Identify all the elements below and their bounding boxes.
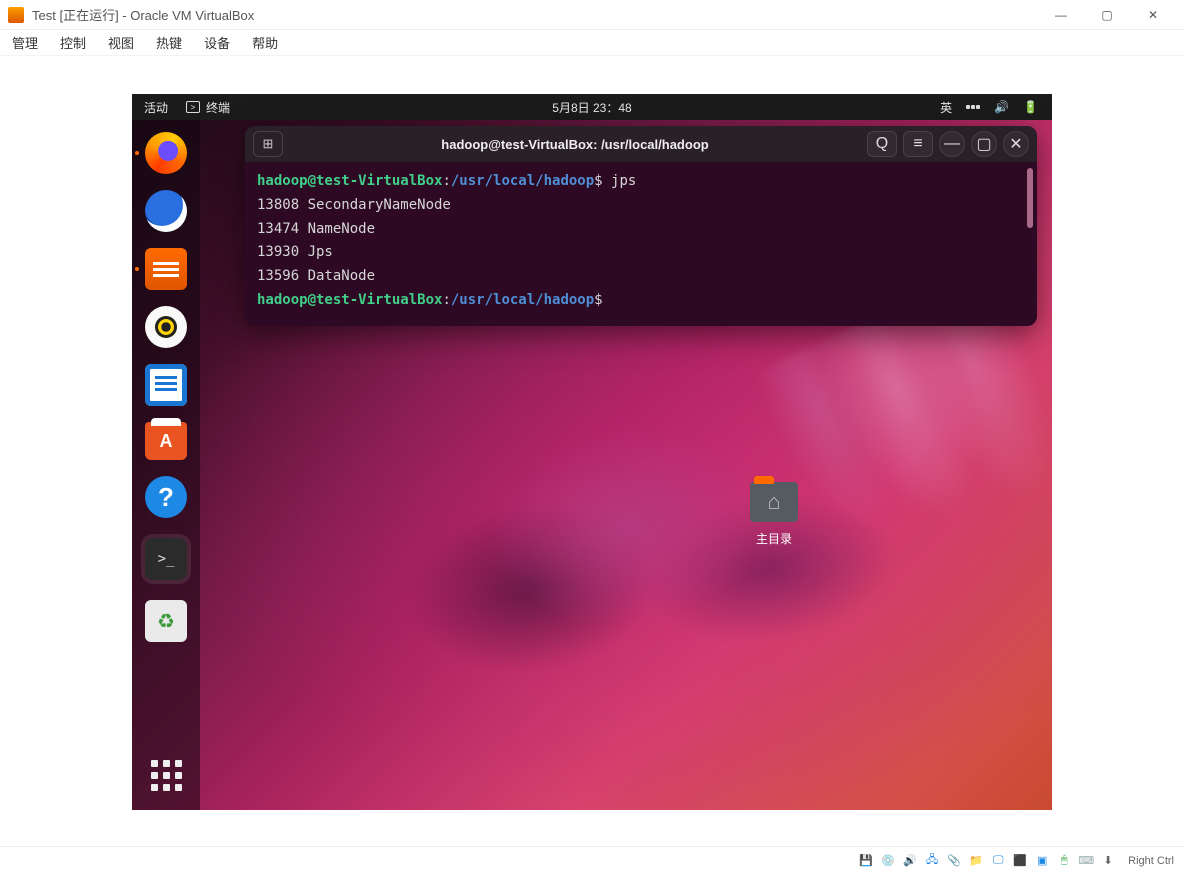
- window-title: Test [正在运行] - Oracle VM VirtualBox: [32, 5, 1038, 24]
- audio-icon[interactable]: 🔊: [902, 853, 918, 869]
- prompt-path: /usr/local/hadoop: [451, 173, 594, 189]
- terminal-output-line: 13808 SecondaryNameNode: [257, 194, 1025, 218]
- terminal-command: jps: [603, 173, 637, 189]
- search-icon: Q: [876, 135, 888, 153]
- desktop-home-folder[interactable]: 主目录: [750, 482, 798, 547]
- terminal-indicator-icon: >: [186, 101, 200, 113]
- terminal-icon: >_: [145, 538, 187, 580]
- power-icon[interactable]: 🔋: [1023, 100, 1038, 114]
- maximize-button[interactable]: ▢: [1084, 0, 1130, 30]
- host-key-label[interactable]: Right Ctrl: [1128, 855, 1174, 867]
- vbox-statusbar: 💾 💿 🔊 🖧 📎 📁 🖵 ⬛ ▣ 🖱 ⌨ ⬇ Right Ctrl: [0, 846, 1184, 874]
- ubuntu-dock: ? >_: [132, 120, 200, 810]
- search-button[interactable]: Q: [867, 131, 897, 157]
- close-icon: ✕: [1009, 134, 1022, 154]
- home-folder-label: 主目录: [750, 530, 798, 547]
- show-applications-button[interactable]: [145, 754, 187, 796]
- host-key-arrow-icon: ⬇: [1100, 853, 1116, 869]
- hard-disk-icon[interactable]: 💾: [858, 853, 874, 869]
- prompt-sep: :: [442, 173, 450, 189]
- optical-disk-icon[interactable]: 💿: [880, 853, 896, 869]
- shared-folders-icon[interactable]: 📁: [968, 853, 984, 869]
- new-tab-button[interactable]: ⊞: [253, 131, 283, 157]
- gnome-topbar: 活动 > 终端 5月8日 23：48 英 🔊 🔋: [132, 94, 1052, 120]
- terminal-body[interactable]: hadoop@test-VirtualBox:/usr/local/hadoop…: [245, 162, 1037, 326]
- ubuntu-desktop[interactable]: 活动 > 终端 5月8日 23：48 英 🔊 🔋 ?: [132, 94, 1052, 810]
- window-close-button[interactable]: ✕: [1003, 131, 1029, 157]
- menu-devices[interactable]: 设备: [204, 33, 230, 52]
- ime-indicator[interactable]: 英: [940, 99, 952, 116]
- terminal-window[interactable]: ⊞ hadoop@test-VirtualBox: /usr/local/had…: [245, 126, 1037, 326]
- prompt-user: hadoop@test-VirtualBox: [257, 292, 442, 308]
- prompt-dollar: $: [594, 292, 602, 308]
- volume-icon[interactable]: 🔊: [994, 100, 1009, 114]
- close-button[interactable]: ✕: [1130, 0, 1176, 30]
- dock-files[interactable]: [145, 248, 187, 290]
- dock-help[interactable]: ?: [145, 476, 187, 518]
- home-folder-icon: [750, 482, 798, 522]
- display-icon[interactable]: 🖵: [990, 853, 1006, 869]
- prompt-user: hadoop@test-VirtualBox: [257, 173, 442, 189]
- recording-icon[interactable]: ⬛: [1012, 853, 1028, 869]
- terminal-output-line: 13596 DataNode: [257, 265, 1025, 289]
- terminal-output-line: 13930 Jps: [257, 241, 1025, 265]
- keyboard-capture-icon[interactable]: ⌨: [1078, 853, 1094, 869]
- hamburger-menu-button[interactable]: ≡: [903, 131, 933, 157]
- minimize-icon: —: [944, 135, 960, 153]
- mouse-integration-icon[interactable]: 🖱: [1056, 853, 1072, 869]
- guest-display: 活动 > 终端 5月8日 23：48 英 🔊 🔋 ?: [0, 56, 1184, 846]
- prompt-path: /usr/local/hadoop: [451, 292, 594, 308]
- clock[interactable]: 5月8日 23：48: [132, 99, 1052, 116]
- dock-rhythmbox[interactable]: [145, 306, 187, 348]
- menu-icon: ≡: [913, 135, 922, 153]
- activities-button[interactable]: 活动: [144, 99, 168, 116]
- menu-help[interactable]: 帮助: [252, 33, 278, 52]
- dock-libreoffice-writer[interactable]: [145, 364, 187, 406]
- new-tab-icon: ⊞: [263, 136, 274, 152]
- terminal-line: hadoop@test-VirtualBox:/usr/local/hadoop…: [257, 170, 1025, 194]
- dock-thunderbird[interactable]: [145, 190, 187, 232]
- dock-ubuntu-software[interactable]: [145, 422, 187, 460]
- maximize-icon: ▢: [976, 134, 991, 154]
- window-maximize-button[interactable]: ▢: [971, 131, 997, 157]
- vbox-titlebar: Test [正在运行] - Oracle VM VirtualBox — ▢ ✕: [0, 0, 1184, 30]
- menu-manage[interactable]: 管理: [12, 33, 38, 52]
- terminal-headerbar[interactable]: ⊞ hadoop@test-VirtualBox: /usr/local/had…: [245, 126, 1037, 162]
- menu-view[interactable]: 视图: [108, 33, 134, 52]
- dock-terminal-active[interactable]: >_: [141, 534, 191, 584]
- app-indicator-label: 终端: [206, 99, 230, 116]
- processor-icon[interactable]: ▣: [1034, 853, 1050, 869]
- menu-hotkeys[interactable]: 热键: [156, 33, 182, 52]
- network-adapter-icon[interactable]: 🖧: [924, 853, 940, 869]
- terminal-output-line: 13474 NameNode: [257, 218, 1025, 242]
- vbox-menubar: 管理 控制 视图 热键 设备 帮助: [0, 30, 1184, 56]
- dock-trash[interactable]: [145, 600, 187, 642]
- dock-firefox[interactable]: [145, 132, 187, 174]
- window-minimize-button[interactable]: —: [939, 131, 965, 157]
- network-icon[interactable]: [966, 105, 980, 109]
- virtualbox-icon: [8, 7, 24, 23]
- menu-control[interactable]: 控制: [60, 33, 86, 52]
- terminal-scrollbar[interactable]: [1027, 168, 1033, 228]
- terminal-title: hadoop@test-VirtualBox: /usr/local/hadoo…: [289, 137, 861, 152]
- prompt-dollar: $: [594, 173, 602, 189]
- terminal-line: hadoop@test-VirtualBox:/usr/local/hadoop…: [257, 289, 1025, 313]
- prompt-sep: :: [442, 292, 450, 308]
- app-indicator[interactable]: > 终端: [186, 99, 230, 116]
- usb-icon[interactable]: 📎: [946, 853, 962, 869]
- minimize-button[interactable]: —: [1038, 0, 1084, 30]
